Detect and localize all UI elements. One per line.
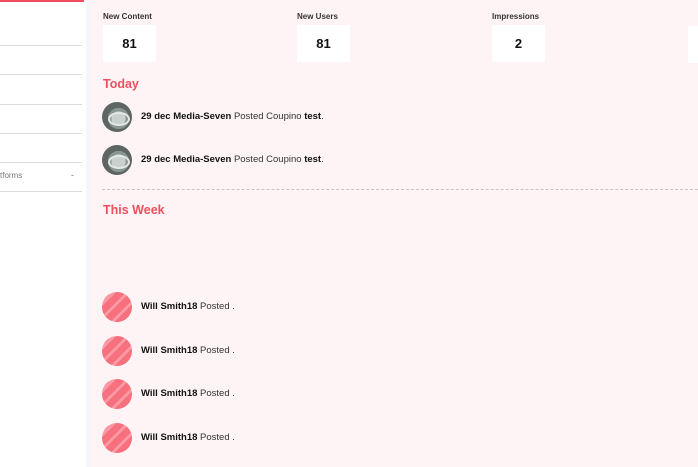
- sidebar-item[interactable]: [0, 105, 82, 134]
- activity-suffix: .: [232, 432, 235, 443]
- stat-label: Impressions: [492, 12, 540, 21]
- activity-text: Will Smith18 Posted .: [141, 388, 235, 399]
- sidebar-item[interactable]: [0, 46, 82, 75]
- stat-label: New Users: [297, 12, 338, 21]
- stat-new-users: New Users 81: [297, 12, 350, 62]
- activity-suffix: .: [321, 154, 324, 165]
- activity-user[interactable]: Will Smith18: [141, 345, 197, 356]
- list-item[interactable]: Will Smith18 Posted .: [102, 336, 662, 366]
- avatar[interactable]: [102, 292, 132, 322]
- stat-impressions: Impressions 2: [492, 12, 545, 62]
- section-divider: [102, 189, 698, 190]
- sidebar-item-label: tforms: [0, 171, 23, 180]
- stat-value: 2: [492, 25, 545, 62]
- activity-action: Posted Coupino: [233, 154, 302, 165]
- sidebar-item-platforms[interactable]: tforms -: [0, 163, 82, 192]
- activity-action: Posted: [200, 388, 230, 399]
- activity-suffix: .: [232, 345, 235, 356]
- stat-new-content: New Content 81: [103, 12, 156, 62]
- activity-panel: New Content 81 New Users 81 Impressions …: [90, 0, 698, 467]
- activity-action: Posted: [200, 345, 230, 356]
- stat-value: 81: [297, 25, 350, 62]
- avatar[interactable]: [102, 102, 132, 132]
- stat-card-partial: [688, 26, 698, 63]
- activity-target[interactable]: test: [304, 154, 321, 165]
- list-item[interactable]: 29 dec Media-Seven Posted Coupino test.: [102, 102, 662, 132]
- section-title-today: Today: [103, 77, 139, 91]
- list-item[interactable]: Will Smith18 Posted .: [102, 292, 662, 322]
- list-item[interactable]: Will Smith18 Posted .: [102, 379, 662, 409]
- list-item[interactable]: 29 dec Media-Seven Posted Coupino test.: [102, 145, 662, 175]
- stat-value: 81: [103, 25, 156, 62]
- avatar[interactable]: [102, 145, 132, 175]
- activity-action: Posted: [200, 432, 230, 443]
- activity-text: Will Smith18 Posted .: [141, 432, 235, 443]
- sidebar: tforms -: [0, 0, 86, 467]
- collapse-icon[interactable]: -: [71, 170, 74, 180]
- activity-suffix: .: [232, 388, 235, 399]
- sidebar-item[interactable]: [0, 75, 82, 105]
- activity-text: 29 dec Media-Seven Posted Coupino test.: [141, 154, 324, 165]
- sidebar-item[interactable]: [0, 134, 82, 163]
- activity-text: Will Smith18 Posted .: [141, 345, 235, 356]
- activity-suffix: .: [232, 301, 235, 312]
- section-title-this-week: This Week: [103, 203, 165, 217]
- activity-text: Will Smith18 Posted .: [141, 301, 235, 312]
- activity-text: 29 dec Media-Seven Posted Coupino test.: [141, 111, 324, 122]
- activity-user[interactable]: Will Smith18: [141, 388, 197, 399]
- avatar[interactable]: [102, 336, 132, 366]
- activity-action: Posted Coupino: [233, 111, 302, 122]
- list-item[interactable]: Will Smith18 Posted .: [102, 423, 662, 453]
- avatar[interactable]: [102, 423, 132, 453]
- sidebar-active-indicator: [0, 0, 84, 2]
- activity-user[interactable]: Will Smith18: [141, 432, 197, 443]
- avatar[interactable]: [102, 379, 132, 409]
- stat-label: New Content: [103, 12, 152, 21]
- activity-suffix: .: [321, 111, 324, 122]
- activity-action: Posted: [200, 301, 230, 312]
- sidebar-item[interactable]: [0, 16, 82, 46]
- activity-user[interactable]: 29 dec Media-Seven: [141, 154, 231, 165]
- activity-user[interactable]: 29 dec Media-Seven: [141, 111, 231, 122]
- activity-target[interactable]: test: [304, 111, 321, 122]
- activity-user[interactable]: Will Smith18: [141, 301, 197, 312]
